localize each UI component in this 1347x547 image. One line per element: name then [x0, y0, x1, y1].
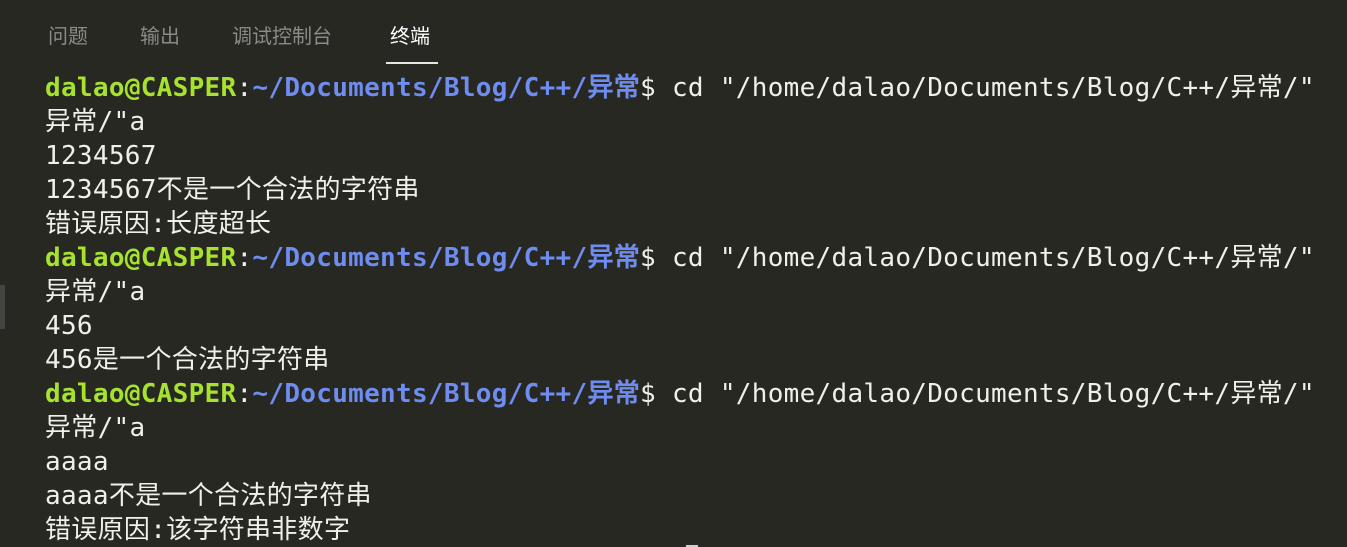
- prompt-symbol: $: [640, 379, 672, 409]
- program-output: 错误原因:该字符串非数字: [45, 515, 351, 545]
- active-tab-indicator: [386, 62, 438, 64]
- prompt-line: dalao@CASPER:~/Documents/Blog/C++/异常$ cd…: [45, 71, 1345, 105]
- command-continuation: 异常/"a: [45, 413, 146, 443]
- user-input: 456: [45, 311, 93, 341]
- program-output: 错误原因:长度超长: [45, 209, 272, 239]
- prompt-colon: :: [236, 379, 253, 409]
- command-continuation: 异常/"a: [45, 107, 146, 137]
- prompt-symbol: $: [640, 243, 672, 273]
- panel-tab-bar: 问题 输出 调试控制台 终端: [0, 0, 1347, 64]
- prompt-path: ~/Documents/Blog/C++/异常: [252, 73, 641, 103]
- program-output: 1234567不是一个合法的字符串: [45, 175, 420, 205]
- prompt-symbol: $: [640, 73, 672, 103]
- tab-output[interactable]: 输出: [140, 20, 180, 49]
- prompt-colon: :: [236, 243, 253, 273]
- user-input: 1234567: [45, 141, 157, 171]
- command-text: cd "/home/dalao/Documents/Blog/C++/异常/": [671, 243, 1315, 273]
- user-input: aaaa: [45, 447, 109, 477]
- prompt-user: dalao@CASPER: [45, 243, 237, 273]
- command-text: cd "/home/dalao/Documents/Blog/C++/异常/": [671, 73, 1315, 103]
- scroll-indicator: [0, 285, 5, 329]
- tab-problems[interactable]: 问题: [48, 20, 88, 49]
- prompt-path: ~/Documents/Blog/C++/异常: [252, 379, 641, 409]
- prompt-user: dalao@CASPER: [45, 379, 237, 409]
- prompt-path: ~/Documents/Blog/C++/异常: [252, 243, 641, 273]
- prompt-line: dalao@CASPER:~/Documents/Blog/C++/异常$ cd…: [45, 241, 1345, 275]
- command-continuation: 异常/"a: [45, 277, 146, 307]
- tab-debug-console[interactable]: 调试控制台: [232, 20, 332, 49]
- terminal-output[interactable]: dalao@CASPER:~/Documents/Blog/C++/异常$ cd…: [45, 71, 1345, 547]
- command-text: cd "/home/dalao/Documents/Blog/C++/异常/": [671, 379, 1315, 409]
- program-output: aaaa不是一个合法的字符串: [45, 481, 372, 511]
- prompt-line: dalao@CASPER:~/Documents/Blog/C++/异常$ cd…: [45, 377, 1345, 411]
- tab-terminal[interactable]: 终端: [390, 20, 430, 49]
- program-output: 456是一个合法的字符串: [45, 345, 330, 375]
- prompt-colon: :: [236, 73, 253, 103]
- prompt-user: dalao@CASPER: [45, 73, 237, 103]
